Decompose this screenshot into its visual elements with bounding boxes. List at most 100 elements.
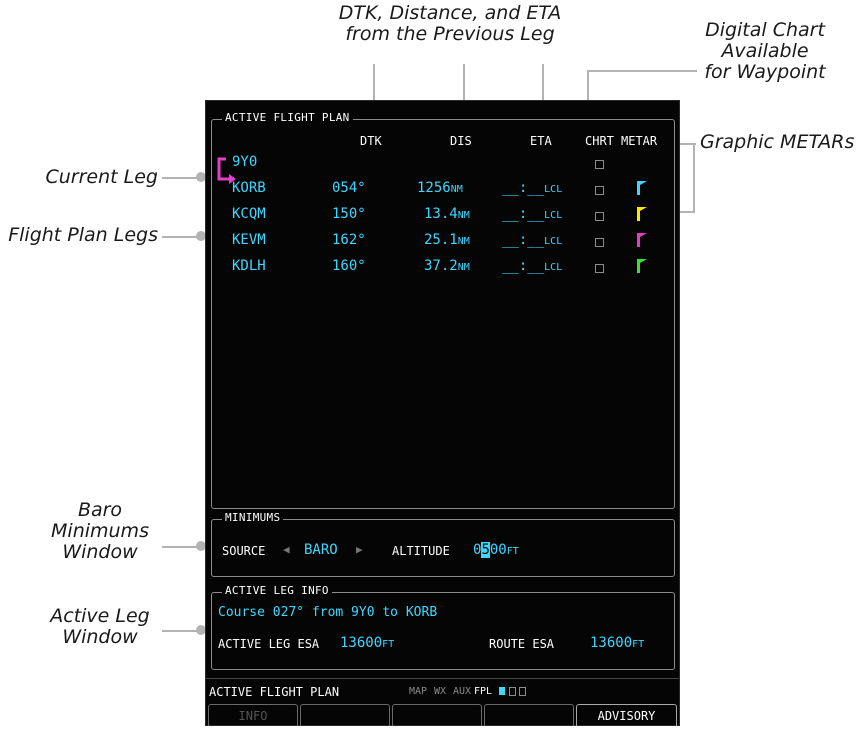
- waypoint-id: KORB: [232, 180, 266, 196]
- source-value[interactable]: BARO: [304, 542, 338, 558]
- metar-flag-icon[interactable]: [636, 207, 648, 221]
- page-group-fpl: FPL: [474, 686, 493, 697]
- distance-unit: NM: [450, 184, 463, 195]
- dtk-value: 054°: [332, 180, 366, 196]
- eta-unit: LCL: [544, 210, 563, 221]
- dtk-value: 150°: [332, 206, 366, 222]
- status-bar: ACTIVE FLIGHT PLAN MAP WX AUX FPL: [206, 678, 679, 703]
- chart-available-icon: [595, 212, 604, 221]
- waypoint-id: KCQM: [232, 206, 266, 222]
- distance-number: 25.1: [424, 232, 458, 248]
- panel-title: MINIMUMS: [222, 511, 284, 524]
- eta-unit: LCL: [544, 262, 563, 273]
- dtk-value: 162°: [332, 232, 366, 248]
- callout-graphic-metars: Graphic METARs: [700, 131, 855, 153]
- softkey-blank[interactable]: [484, 704, 574, 726]
- distance-unit: NM: [457, 236, 470, 247]
- eta-value: __:__LCL: [502, 206, 562, 222]
- softkey-blank[interactable]: [392, 704, 482, 726]
- course-text: Course 027° from 9Y0 to KORB: [218, 605, 438, 620]
- metar-flag-icon[interactable]: [636, 259, 648, 273]
- route-esa-label: ROUTE ESA: [489, 637, 555, 651]
- esa-unit: FT: [632, 639, 645, 650]
- chevron-left-icon[interactable]: ◀: [283, 543, 290, 556]
- eta-value: __:__LCL: [502, 258, 562, 274]
- metar-flag-icon[interactable]: [636, 181, 648, 195]
- callout-line: Active Leg: [50, 605, 150, 627]
- eta-value: __:__LCL: [502, 232, 562, 248]
- altitude-value[interactable]: 0500FT: [473, 542, 519, 558]
- panel-title: ACTIVE FLIGHT PLAN: [222, 111, 353, 124]
- mfd-screen: ACTIVE FLIGHT PLAN DTK DIS ETA CHRT META…: [205, 100, 680, 726]
- active-leg-info-panel: ACTIVE LEG INFO Course 027° from 9Y0 to …: [211, 584, 675, 670]
- distance-number: 37.2: [424, 258, 458, 274]
- distance-value: 25.1NM: [424, 232, 470, 248]
- esa-number: 13600: [590, 635, 633, 651]
- header-chrt: CHRT: [585, 134, 614, 148]
- header-dtk: DTK: [360, 134, 382, 148]
- callout-active-leg-window: Active Leg Window: [40, 606, 160, 648]
- page-group-map: MAP: [409, 686, 428, 697]
- esa-unit: FT: [382, 639, 395, 650]
- softkey-blank[interactable]: [300, 704, 390, 726]
- active-flight-plan-panel: ACTIVE FLIGHT PLAN DTK DIS ETA CHRT META…: [211, 111, 675, 509]
- waypoint-id: KEVM: [232, 232, 266, 248]
- page-indicator: [509, 687, 516, 696]
- chevron-right-icon[interactable]: ▶: [356, 543, 363, 556]
- eta-time: __:__: [502, 180, 545, 196]
- softkey-advisory[interactable]: ADVISORY: [576, 704, 677, 726]
- altitude-label: ALTITUDE: [392, 544, 450, 558]
- source-label: SOURCE: [222, 544, 266, 558]
- eta-time: __:__: [502, 232, 545, 248]
- waypoint-id: 9Y0: [232, 154, 258, 170]
- callout-line: Window: [62, 626, 138, 648]
- distance-value: 1256NM: [417, 180, 463, 196]
- header-eta: ETA: [530, 134, 552, 148]
- callout-dtk-distance-eta: DTK, Distance, and ETA from the Previous…: [320, 3, 580, 45]
- active-leg-esa-value: 13600FT: [340, 635, 394, 651]
- minimums-panel: MINIMUMS SOURCE ◀ BARO ▶ ALTITUDE 0500FT: [211, 511, 675, 577]
- active-leg-esa-label: ACTIVE LEG ESA: [218, 637, 320, 651]
- route-esa-value: 13600FT: [590, 635, 644, 651]
- leader-line: [693, 143, 695, 213]
- metar-flag-icon[interactable]: [636, 233, 648, 247]
- callout-line: Digital Chart: [705, 19, 825, 41]
- callout-line: for Waypoint: [704, 61, 826, 83]
- page-group-aux: AUX: [453, 686, 472, 697]
- distance-unit: NM: [457, 262, 470, 273]
- altitude-digit: 00: [489, 542, 507, 558]
- page-name: ACTIVE FLIGHT PLAN: [209, 685, 340, 699]
- distance-unit: NM: [457, 210, 470, 221]
- eta-unit: LCL: [544, 184, 563, 195]
- dtk-value: 160°: [332, 258, 366, 274]
- altitude-unit: FT: [506, 546, 519, 557]
- chart-available-icon: [595, 186, 604, 195]
- callout-line: DTK, Distance, and ETA: [338, 2, 562, 24]
- callout-line: Minimums: [51, 520, 149, 542]
- header-metar: METAR: [621, 134, 658, 148]
- distance-value: 37.2NM: [424, 258, 470, 274]
- callout-current-leg: Current Leg: [45, 166, 159, 188]
- header-dis: DIS: [450, 134, 472, 148]
- callout-line: Window: [62, 541, 138, 563]
- callout-digital-chart: Digital Chart Available for Waypoint: [690, 20, 840, 83]
- callout-baro-minimums: Baro Minimums Window: [40, 500, 160, 563]
- leader-line: [587, 70, 697, 72]
- callout-line: from the Previous Leg: [345, 23, 555, 45]
- esa-number: 13600: [340, 635, 383, 651]
- altitude-cursor: 5: [481, 542, 490, 558]
- distance-value: 13.4NM: [424, 206, 470, 222]
- page-indicator: [519, 687, 526, 696]
- eta-value: __:__LCL: [502, 180, 562, 196]
- panel-title: ACTIVE LEG INFO: [222, 584, 332, 597]
- page-indicator-active: [499, 687, 505, 695]
- page-group-wx: WX: [434, 686, 447, 697]
- waypoint-id: KDLH: [232, 258, 266, 274]
- callout-line: Available: [721, 40, 809, 62]
- distance-number: 13.4: [424, 206, 458, 222]
- softkey-info[interactable]: INFO: [208, 704, 298, 726]
- eta-unit: LCL: [544, 236, 563, 247]
- callout-line: Baro: [77, 499, 123, 521]
- chart-available-icon: [595, 160, 604, 169]
- chart-available-icon: [595, 238, 604, 247]
